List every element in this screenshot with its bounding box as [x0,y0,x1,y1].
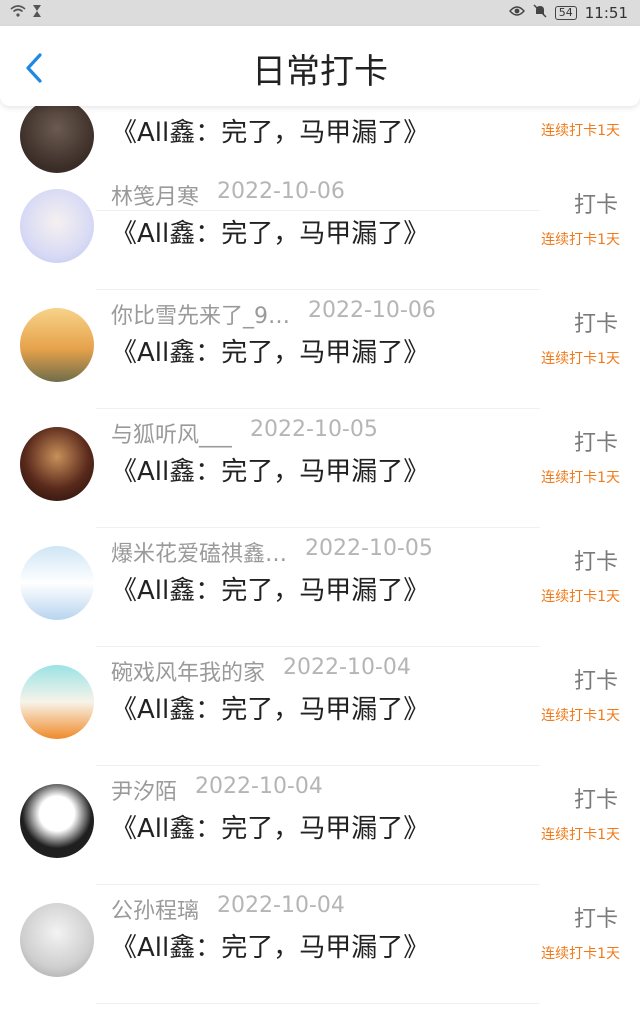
divider [96,1003,540,1004]
user-name[interactable]: 林笺月寒 [111,179,199,211]
streak-label: 连续打卡1天 [541,232,620,248]
avatar[interactable] [20,546,94,620]
name-line: 爆米花爱磕祺鑫… 2022-10-05 [111,536,433,568]
user-name[interactable]: 尹汐陌 [111,774,177,806]
checkin-date: 2022-10-06 [217,179,345,204]
streak-label: 连续打卡1天 [541,351,620,367]
avatar[interactable] [20,903,94,977]
checkin-content: 《All鑫：完了，马甲漏了》 [111,118,430,148]
checkin-content: 《All鑫：完了，马甲漏了》 [111,695,430,725]
list-item[interactable]: 公孙程璃 2022-10-04 《All鑫：完了，马甲漏了》 打卡连续打卡1天 [0,885,640,1004]
checkin-button[interactable]: 打卡 [574,544,618,576]
checkin-content: 《All鑫：完了，马甲漏了》 [111,338,430,368]
user-name[interactable]: 爆米花爱磕祺鑫… [111,536,287,568]
checkin-button[interactable]: 打卡 [574,901,618,933]
avatar[interactable] [20,99,94,173]
checkin-content: 《All鑫：完了，马甲漏了》 [111,457,430,487]
checkin-button[interactable]: 打卡 [574,663,618,695]
name-line: 碗戏风年我的家 2022-10-04 [111,655,411,687]
name-line: 你比雪先来了_9… 2022-10-06 [111,298,436,330]
name-line: 公孙程璃 2022-10-04 [111,893,345,925]
avatar[interactable] [20,665,94,739]
name-line: 林笺月寒 2022-10-06 [111,179,345,211]
list-item[interactable]: 碗戏风年我的家 2022-10-04 《All鑫：完了，马甲漏了》 打卡连续打卡1天 [0,647,640,766]
avatar[interactable] [20,189,94,263]
back-button[interactable] [18,50,54,86]
list-item[interactable]: 与狐听风___ 2022-10-05 《All鑫：完了，马甲漏了》 打卡连续打卡1天 [0,409,640,528]
checkin-date: 2022-10-05 [305,536,433,561]
user-name[interactable]: 公孙程璃 [111,893,199,925]
checkin-button[interactable]: 打卡 [574,306,618,338]
header-bar: 日常打卡 [0,26,640,106]
streak-label: 连续打卡1天 [541,827,620,843]
user-name[interactable]: 你比雪先来了_9… [111,298,290,330]
checkin-content: 《All鑫：完了，马甲漏了》 [111,576,430,606]
name-line: 与狐听风___ 2022-10-05 [111,417,378,449]
checkin-date: 2022-10-04 [217,893,345,918]
checkin-content: 《All鑫：完了，马甲漏了》 [111,933,430,963]
streak-label: 连续打卡1天 [541,708,620,724]
checkin-date: 2022-10-06 [308,298,436,323]
user-name[interactable]: 碗戏风年我的家 [111,655,265,687]
avatar[interactable] [20,308,94,382]
checkin-date: 2022-10-04 [283,655,411,680]
page-title: 日常打卡 [252,52,388,92]
avatar[interactable] [20,784,94,858]
streak-label: 连续打卡1天 [541,946,620,962]
name-line: 尹汐陌 2022-10-04 [111,774,323,806]
user-name[interactable]: 与狐听风___ [111,417,232,449]
checkin-content: 《All鑫：完了，马甲漏了》 [111,219,430,249]
streak-label: 连续打卡1天 [541,123,620,139]
chevron-left-icon [26,53,42,83]
checkin-date: 2022-10-05 [250,417,378,442]
checkin-date: 2022-10-04 [195,774,323,799]
streak-label: 连续打卡1天 [541,589,620,605]
list-item[interactable]: 爆米花爱磕祺鑫… 2022-10-05 《All鑫：完了，马甲漏了》 打卡连续打卡1天 [0,528,640,647]
checkin-content: 《All鑫：完了，马甲漏了》 [111,814,430,844]
checkin-button[interactable]: 打卡 [574,187,618,219]
list-item[interactable]: 你比雪先来了_9… 2022-10-06 《All鑫：完了，马甲漏了》 打卡连续打卡1… [0,290,640,409]
avatar[interactable] [20,427,94,501]
checkin-button[interactable]: 打卡 [574,425,618,457]
list-item[interactable]: 林笺月寒 2022-10-06 《All鑫：完了，马甲漏了》 打卡连续打卡1天 [0,171,640,290]
streak-label: 连续打卡1天 [541,470,620,486]
checkin-list: 《All鑫：完了，马甲漏了》 连续打卡1天 林笺月寒 2022-10-06 《All鑫：… [0,0,640,1024]
checkin-button[interactable]: 打卡 [574,782,618,814]
list-item[interactable]: 尹汐陌 2022-10-04 《All鑫：完了，马甲漏了》 打卡连续打卡1天 [0,766,640,885]
